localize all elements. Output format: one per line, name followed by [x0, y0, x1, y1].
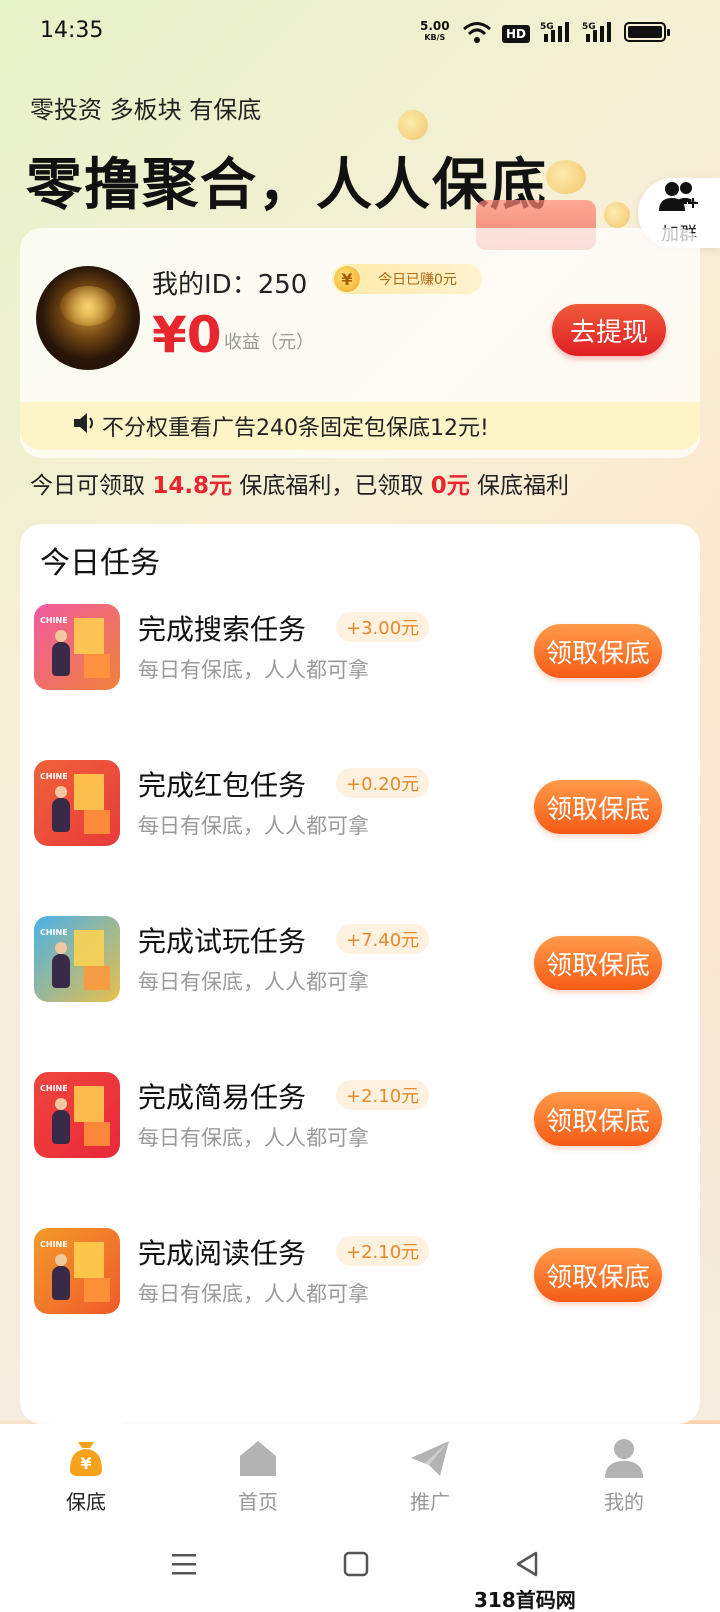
- notice-bar: 不分权重看广告240条固定包保底12元!: [20, 402, 700, 450]
- claim-button[interactable]: 领取保底: [534, 780, 662, 834]
- status-icons: HD 5G 5G: [462, 20, 614, 48]
- reward-badge: +2.10元: [336, 1080, 430, 1110]
- task-name: 完成阅读任务: [138, 1237, 307, 1270]
- benefit-prefix: 今日可领取: [30, 473, 153, 499]
- coin-decoration-icon: [604, 202, 630, 228]
- svg-text:¥: ¥: [80, 1454, 91, 1473]
- user-id: 我的ID：250: [152, 270, 308, 300]
- nav-item-promote[interactable]: 推广: [370, 1424, 490, 1524]
- money-bag-icon: ¥: [64, 1436, 108, 1480]
- task-desc: 每日有保底，人人都可拿: [138, 1126, 369, 1150]
- task-desc: 每日有保底，人人都可拿: [138, 658, 369, 682]
- nav-item-baodi[interactable]: ¥ 保底: [26, 1424, 146, 1524]
- back-triangle-icon[interactable]: [508, 1544, 548, 1584]
- task-thumbnail: CHINE: [34, 760, 120, 846]
- balance-label: 收益（元）: [224, 332, 314, 353]
- task-thumbnail: CHINE: [34, 916, 120, 1002]
- task-desc: 每日有保底，人人都可拿: [138, 970, 369, 994]
- earned-today-text: 今日已赚0元: [378, 272, 457, 288]
- reward-badge: +0.20元: [336, 768, 430, 798]
- claim-button[interactable]: 领取保底: [534, 936, 662, 990]
- avatar[interactable]: [36, 266, 140, 370]
- battery-icon: [624, 22, 670, 42]
- coin-decoration-icon: [398, 110, 428, 140]
- hero-title: 零撸聚合，人人保底: [26, 153, 548, 218]
- hero-subtitle: 零投资 多板块 有保底: [30, 96, 262, 124]
- watermark: 318首码网 www.e318.com: [474, 1588, 576, 1612]
- nav-label: 我的: [604, 1490, 644, 1514]
- status-bar: 14:35 5.00 KB/S HD 5G 5G: [0, 0, 720, 64]
- reward-badge: +7.40元: [336, 924, 430, 954]
- nav-label: 推广: [410, 1490, 450, 1514]
- signal-5g-icon: 5G: [540, 20, 572, 48]
- benefit-summary: 今日可领取 14.8元 保底福利，已领取 0元 保底福利: [30, 466, 569, 500]
- add-group-icon: [656, 180, 702, 218]
- net-speed: 5.00 KB/S: [420, 20, 450, 44]
- earned-today-badge: ¥ 今日已赚0元: [332, 264, 482, 294]
- task-name: 完成试玩任务: [138, 925, 307, 958]
- benefit-available: 14.8元: [152, 473, 233, 499]
- reward-badge: +2.10元: [336, 1236, 430, 1266]
- benefit-received: 0元: [430, 473, 470, 499]
- task-thumbnail: CHINE: [34, 1228, 120, 1314]
- task-name: 完成简易任务: [138, 1081, 307, 1114]
- claim-button[interactable]: 领取保底: [534, 1092, 662, 1146]
- benefit-middle: 保底福利，已领取: [232, 473, 431, 499]
- home-icon: [236, 1436, 280, 1480]
- task-panel: 今日任务 CHINE 完成搜索任务 +3.00元 每日有保底，人人都可拿 领取保…: [20, 524, 700, 1424]
- benefit-suffix: 保底福利: [469, 473, 570, 499]
- user-card: 我的ID：250 ¥ 今日已赚0元 ¥0 收益（元） 去提现 不分权重看广告24…: [20, 228, 700, 458]
- task-row: CHINE 完成阅读任务 +2.10元 每日有保底，人人都可拿 领取保底: [20, 1228, 700, 1348]
- reward-badge: +3.00元: [336, 612, 430, 642]
- claim-button[interactable]: 领取保底: [534, 624, 662, 678]
- nav-item-mine[interactable]: 我的: [564, 1424, 684, 1524]
- task-panel-title: 今日任务: [40, 546, 160, 581]
- nav-label: 保底: [66, 1490, 106, 1514]
- wifi-icon: [462, 20, 492, 48]
- notice-text: 不分权重看广告240条固定包保底12元!: [102, 416, 489, 441]
- bottom-nav: ¥ 保底 首页 推广 我的: [0, 1402, 720, 1524]
- nav-label: 首页: [238, 1490, 278, 1514]
- paper-plane-icon: [408, 1436, 452, 1480]
- task-desc: 每日有保底，人人都可拿: [138, 1282, 369, 1306]
- yen-coin-icon: ¥: [332, 264, 362, 294]
- hd-icon: HD: [502, 25, 531, 43]
- signal-5g-icon: 5G: [582, 20, 614, 48]
- withdraw-button[interactable]: 去提现: [552, 304, 666, 356]
- coin-decoration-icon: [546, 160, 586, 194]
- task-row: CHINE 完成试玩任务 +7.40元 每日有保底，人人都可拿 领取保底: [20, 916, 700, 1036]
- nav-item-home[interactable]: 首页: [198, 1424, 318, 1524]
- task-row: CHINE 完成搜索任务 +3.00元 每日有保底，人人都可拿 领取保底: [20, 604, 700, 724]
- menu-icon[interactable]: [164, 1544, 204, 1584]
- task-thumbnail: CHINE: [34, 604, 120, 690]
- balance-amount: ¥0: [152, 306, 222, 364]
- claim-button[interactable]: 领取保底: [534, 1248, 662, 1302]
- home-square-icon[interactable]: [336, 1544, 376, 1584]
- task-name: 完成搜索任务: [138, 613, 307, 646]
- net-speed-unit: KB/S: [424, 33, 446, 42]
- net-speed-value: 5.00: [420, 19, 450, 33]
- task-thumbnail: CHINE: [34, 1072, 120, 1158]
- task-row: CHINE 完成红包任务 +0.20元 每日有保底，人人都可拿 领取保底: [20, 760, 700, 880]
- status-time: 14:35: [40, 18, 104, 43]
- speaker-icon: [72, 411, 98, 441]
- task-row: CHINE 完成简易任务 +2.10元 每日有保底，人人都可拿 领取保底: [20, 1072, 700, 1192]
- user-icon: [602, 1436, 646, 1480]
- task-name: 完成红包任务: [138, 769, 307, 802]
- task-desc: 每日有保底，人人都可拿: [138, 814, 369, 838]
